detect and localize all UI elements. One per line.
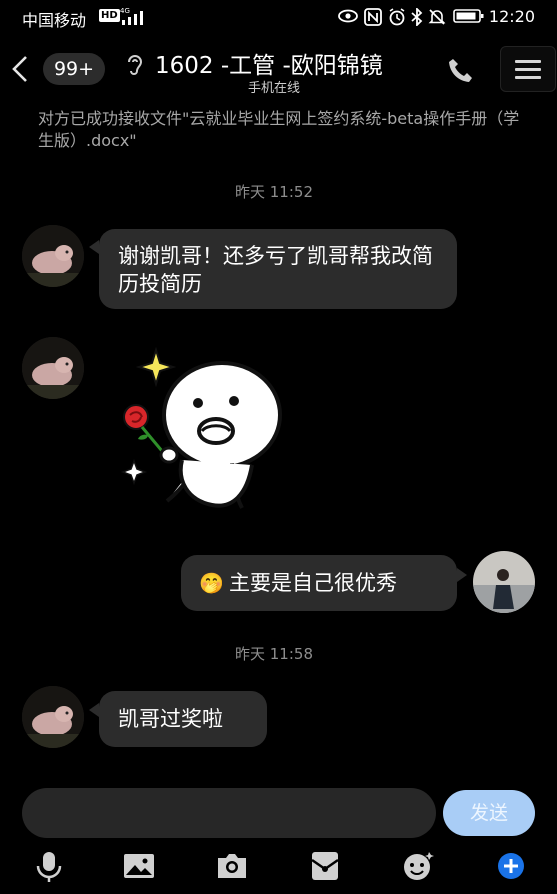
carrier-label: 中国移动 (22, 11, 87, 30)
chat-title[interactable]: 1602 -工管 -欧阳锦镜 (155, 46, 383, 80)
contact-avatar[interactable] (22, 225, 84, 287)
status-bar: 中国移动 HD 4G 12:20 (0, 0, 557, 34)
hamburger-icon (515, 60, 541, 63)
back-button[interactable] (10, 54, 30, 84)
timestamp: 昨天 11:58 (235, 645, 313, 663)
nfc-icon (364, 8, 382, 30)
message-text: 凯哥过奖啦 (118, 707, 223, 731)
my-avatar[interactable] (473, 551, 535, 613)
menu-button[interactable] (500, 46, 556, 92)
eye-icon (338, 8, 358, 28)
sticker-image[interactable] (112, 345, 292, 520)
message-input[interactable] (22, 788, 436, 838)
alarm-icon (388, 8, 406, 30)
emoji-icon: 🤭 (199, 571, 224, 595)
chevron-left-icon (12, 56, 27, 82)
svg-text:4G: 4G (120, 7, 130, 15)
bluetooth-icon (410, 6, 424, 30)
clock-time: 12:20 (488, 7, 535, 26)
contact-avatar[interactable] (22, 337, 84, 399)
microphone-icon[interactable] (31, 848, 67, 884)
battery-icon (453, 8, 485, 28)
phone-call-button[interactable] (447, 56, 475, 84)
signal-icon: 4G (120, 6, 154, 30)
message-text: 谢谢凯哥！还多亏了凯哥帮我改简历投简历 (118, 244, 433, 296)
message-bubble-incoming[interactable]: 谢谢凯哥！还多亏了凯哥帮我改简历投简历 (99, 229, 457, 309)
phone-icon (449, 59, 472, 82)
camera-icon[interactable] (214, 848, 250, 884)
emoji-icon[interactable] (400, 848, 436, 884)
online-status: 手机在线 (248, 81, 301, 96)
mute-bell-icon (428, 8, 446, 30)
plus-icon[interactable] (493, 848, 529, 884)
sparkle-icon (135, 346, 177, 388)
message-bubble-incoming[interactable]: 凯哥过奖啦 (99, 691, 267, 747)
red-packet-icon[interactable] (307, 848, 343, 884)
earpiece-mode-icon[interactable] (124, 52, 146, 78)
timestamp: 昨天 11:52 (235, 183, 313, 201)
message-bubble-outgoing[interactable]: 🤭 主要是自己很优秀 (181, 555, 457, 611)
file-received-notice: 对方已成功接收文件"云就业毕业生网上签约系统-beta操作手册（学生版）.doc… (38, 109, 520, 150)
send-button[interactable]: 发送 (443, 790, 535, 836)
contact-avatar[interactable] (22, 686, 84, 748)
unread-count-badge[interactable]: 99+ (43, 53, 105, 85)
hd-badge: HD (99, 9, 120, 22)
image-icon[interactable] (121, 848, 157, 884)
message-text: 主要是自己很优秀 (229, 571, 397, 595)
